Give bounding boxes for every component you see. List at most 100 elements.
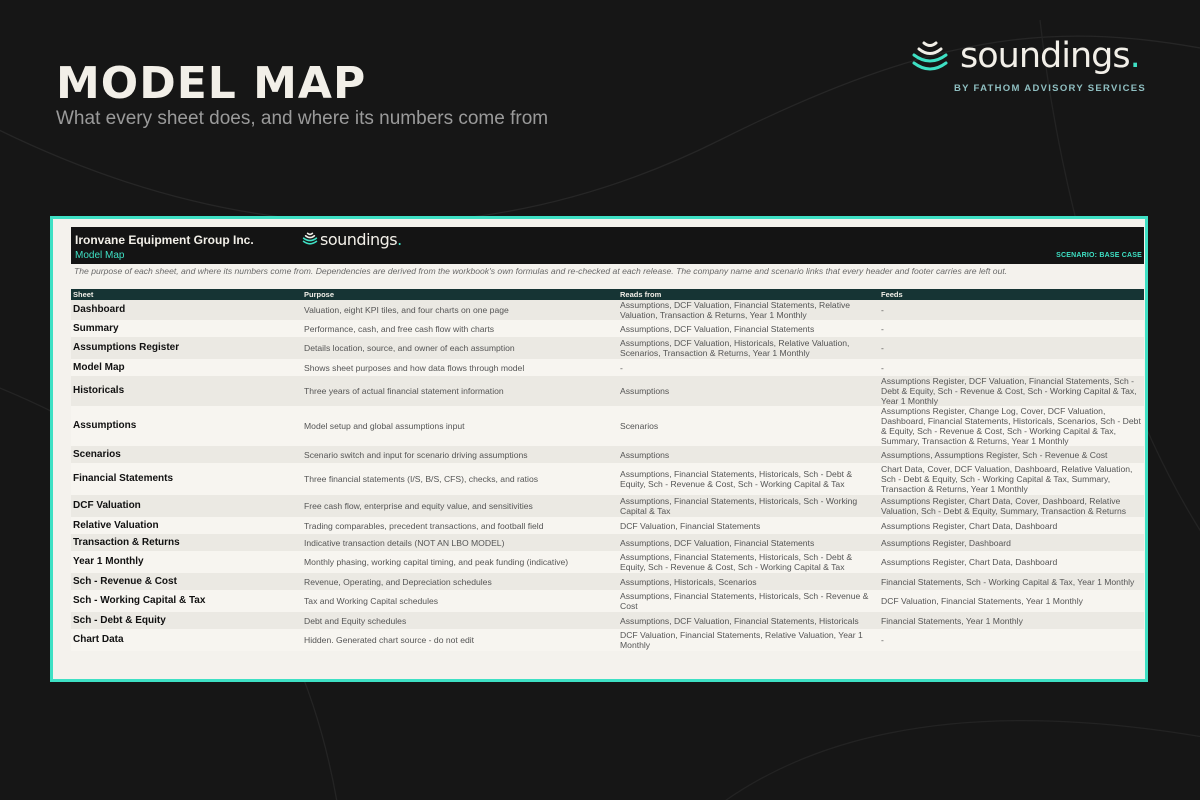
cell-reads-from: Scenarios xyxy=(618,406,879,446)
table-row: Dashboard Valuation, eight KPI tiles, and… xyxy=(71,300,1144,320)
cell-sheet: Sch - Debt & Equity xyxy=(71,612,302,629)
brand-tagline: BY FATHOM ADVISORY SERVICES xyxy=(953,83,1146,94)
cell-feeds: - xyxy=(879,359,1144,376)
cell-reads-from: - xyxy=(618,359,879,376)
cell-reads-from: Assumptions xyxy=(618,376,879,406)
cell-reads-from: Assumptions, DCF Valuation, Financial St… xyxy=(618,612,879,629)
cell-feeds: - xyxy=(879,320,1144,337)
cell-purpose: Three years of actual financial statemen… xyxy=(302,376,618,406)
scenario-label: SCENARIO: BASE CASE xyxy=(1056,252,1142,259)
cell-sheet: Transaction & Returns xyxy=(71,534,302,551)
cell-feeds: Chart Data, Cover, DCF Valuation, Dashbo… xyxy=(879,463,1144,495)
table-header-row: Sheet Purpose Reads from Feeds xyxy=(71,289,1144,300)
cell-sheet: Year 1 Monthly xyxy=(71,551,302,573)
model-map-table: Sheet Purpose Reads from Feeds Dashboard… xyxy=(71,289,1144,651)
table-row: Model Map Shows sheet purposes and how da… xyxy=(71,359,1144,376)
cell-reads-from: Assumptions, Financial Statements, Histo… xyxy=(618,463,879,495)
cell-sheet: Historicals xyxy=(71,376,302,406)
page-title: MODEL MAP xyxy=(56,58,367,109)
table-row: Historicals Three years of actual financi… xyxy=(71,376,1144,406)
cell-sheet: Sch - Working Capital & Tax xyxy=(71,590,302,612)
cell-purpose: Free cash flow, enterprise and equity va… xyxy=(302,495,618,517)
cell-reads-from: Assumptions, Financial Statements, Histo… xyxy=(618,590,879,612)
cell-feeds: Assumptions Register, Dashboard xyxy=(879,534,1144,551)
column-header-purpose: Purpose xyxy=(302,289,618,300)
cell-feeds: Assumptions Register, DCF Valuation, Fin… xyxy=(879,376,1144,406)
column-header-feeds: Feeds xyxy=(879,289,1144,300)
cell-purpose: Debt and Equity schedules xyxy=(302,612,618,629)
column-header-sheet: Sheet xyxy=(71,289,302,300)
cell-purpose: Shows sheet purposes and how data flows … xyxy=(302,359,618,376)
cell-feeds: Financial Statements, Sch - Working Capi… xyxy=(879,573,1144,590)
cell-reads-from: Assumptions, DCF Valuation, Financial St… xyxy=(618,300,879,320)
table-row: Sch - Revenue & Cost Revenue, Operating, … xyxy=(71,573,1144,590)
cell-sheet: Model Map xyxy=(71,359,302,376)
sheet-header-bar: Ironvane Equipment Group Inc. Model Map … xyxy=(71,227,1144,264)
cell-feeds: Assumptions Register, Chart Data, Dashbo… xyxy=(879,551,1144,573)
cell-purpose: Hidden. Generated chart source - do not … xyxy=(302,629,618,651)
cell-purpose: Revenue, Operating, and Depreciation sch… xyxy=(302,573,618,590)
cell-purpose: Details location, source, and owner of e… xyxy=(302,337,618,359)
sheet-brand-wordmark: soundings. xyxy=(320,230,402,249)
table-row: Sch - Working Capital & Tax Tax and Worki… xyxy=(71,590,1144,612)
cell-feeds: - xyxy=(879,337,1144,359)
sound-waves-icon xyxy=(912,41,948,71)
table-row: Sch - Debt & Equity Debt and Equity sched… xyxy=(71,612,1144,629)
column-header-reads-from: Reads from xyxy=(618,289,879,300)
cell-purpose: Scenario switch and input for scenario d… xyxy=(302,446,618,463)
cell-reads-from: DCF Valuation, Financial Statements xyxy=(618,517,879,534)
cell-reads-from: Assumptions, Historicals, Scenarios xyxy=(618,573,879,590)
cell-reads-from: Assumptions, DCF Valuation, Historicals,… xyxy=(618,337,879,359)
table-row: Financial Statements Three financial stat… xyxy=(71,463,1144,495)
cell-sheet: Assumptions Register xyxy=(71,337,302,359)
table-row: Scenarios Scenario switch and input for s… xyxy=(71,446,1144,463)
cell-feeds: Assumptions Register, Chart Data, Cover,… xyxy=(879,495,1144,517)
cell-feeds: Financial Statements, Year 1 Monthly xyxy=(879,612,1144,629)
cell-purpose: Trading comparables, precedent transacti… xyxy=(302,517,618,534)
cell-feeds: Assumptions Register, Chart Data, Dashbo… xyxy=(879,517,1144,534)
cell-purpose: Valuation, eight KPI tiles, and four cha… xyxy=(302,300,618,320)
cell-sheet: Financial Statements xyxy=(71,463,302,495)
cell-purpose: Three financial statements (I/S, B/S, CF… xyxy=(302,463,618,495)
cell-feeds: Assumptions Register, Change Log, Cover,… xyxy=(879,406,1144,446)
cell-feeds: Assumptions, Assumptions Register, Sch -… xyxy=(879,446,1144,463)
cell-reads-from: Assumptions, Financial Statements, Histo… xyxy=(618,551,879,573)
spreadsheet-preview: Ironvane Equipment Group Inc. Model Map … xyxy=(50,216,1148,682)
cell-sheet: Sch - Revenue & Cost xyxy=(71,573,302,590)
cell-purpose: Monthly phasing, working capital timing,… xyxy=(302,551,618,573)
cell-reads-from: DCF Valuation, Financial Statements, Rel… xyxy=(618,629,879,651)
cell-reads-from: Assumptions, DCF Valuation, Financial St… xyxy=(618,534,879,551)
table-row: Year 1 Monthly Monthly phasing, working c… xyxy=(71,551,1144,573)
brand-logo: soundings. BY FATHOM ADVISORY SERVICES xyxy=(910,36,1146,96)
company-name: Ironvane Equipment Group Inc. xyxy=(75,233,254,247)
cell-reads-from: Assumptions, DCF Valuation, Financial St… xyxy=(618,320,879,337)
cell-sheet: Relative Valuation xyxy=(71,517,302,534)
cell-purpose: Tax and Working Capital schedules xyxy=(302,590,618,612)
cell-sheet: Dashboard xyxy=(71,300,302,320)
cell-purpose: Indicative transaction details (NOT AN L… xyxy=(302,534,618,551)
sound-waves-icon xyxy=(302,232,318,245)
table-row: Relative Valuation Trading comparables, p… xyxy=(71,517,1144,534)
cell-feeds: - xyxy=(879,629,1144,651)
cell-sheet: Assumptions xyxy=(71,406,302,446)
cell-purpose: Model setup and global assumptions input xyxy=(302,406,618,446)
cell-sheet: Chart Data xyxy=(71,629,302,651)
table-row: Summary Performance, cash, and free cash … xyxy=(71,320,1144,337)
cell-reads-from: Assumptions, Financial Statements, Histo… xyxy=(618,495,879,517)
page-subtitle: What every sheet does, and where its num… xyxy=(56,108,549,129)
brand-wordmark: soundings. xyxy=(960,36,1141,76)
table-row: Transaction & Returns Indicative transact… xyxy=(71,534,1144,551)
cell-purpose: Performance, cash, and free cash flow wi… xyxy=(302,320,618,337)
table-row: Assumptions Model setup and global assump… xyxy=(71,406,1144,446)
cell-sheet: Scenarios xyxy=(71,446,302,463)
table-row: DCF Valuation Free cash flow, enterprise … xyxy=(71,495,1144,517)
sheet-note: The purpose of each sheet, and where its… xyxy=(74,266,1008,276)
table-row: Chart Data Hidden. Generated chart source… xyxy=(71,629,1144,651)
cell-reads-from: Assumptions xyxy=(618,446,879,463)
cell-feeds: - xyxy=(879,300,1144,320)
cell-sheet: Summary xyxy=(71,320,302,337)
cell-feeds: DCF Valuation, Financial Statements, Yea… xyxy=(879,590,1144,612)
sheet-name: Model Map xyxy=(75,250,125,261)
table-row: Assumptions Register Details location, so… xyxy=(71,337,1144,359)
cell-sheet: DCF Valuation xyxy=(71,495,302,517)
